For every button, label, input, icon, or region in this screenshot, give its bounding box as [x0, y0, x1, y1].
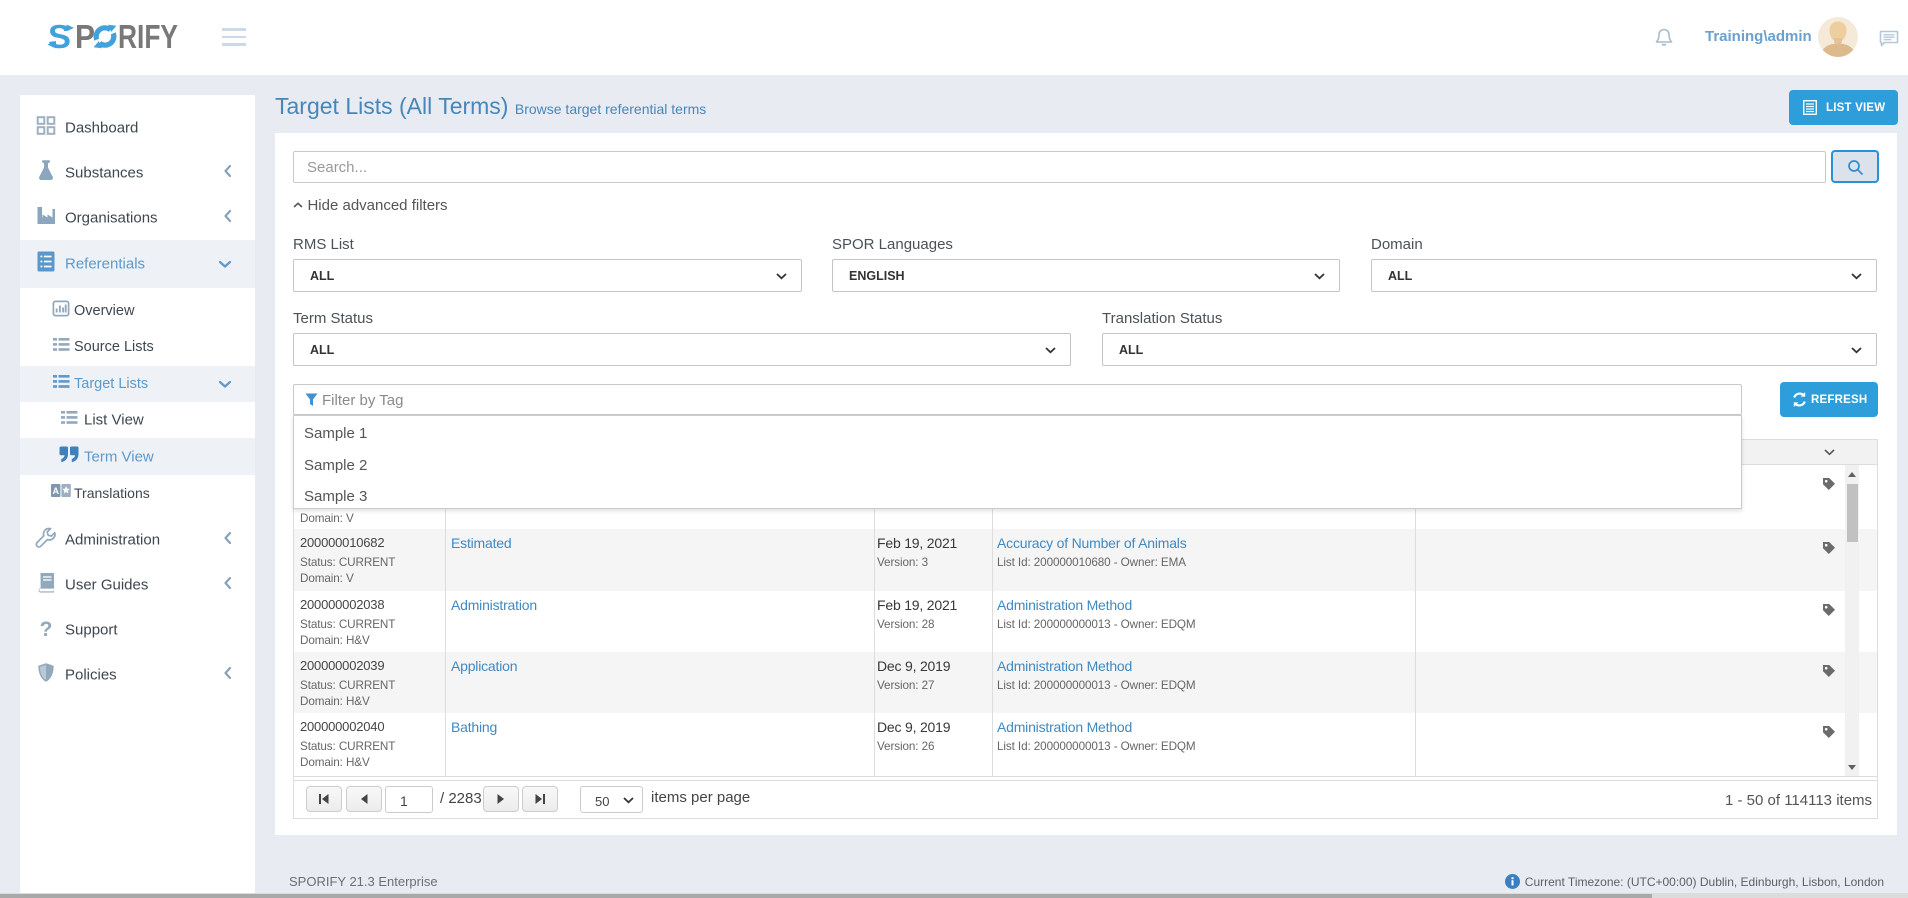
- svg-text:A: A: [52, 486, 59, 496]
- svg-text:P: P: [75, 20, 95, 54]
- svg-text:RIFY: RIFY: [118, 20, 178, 54]
